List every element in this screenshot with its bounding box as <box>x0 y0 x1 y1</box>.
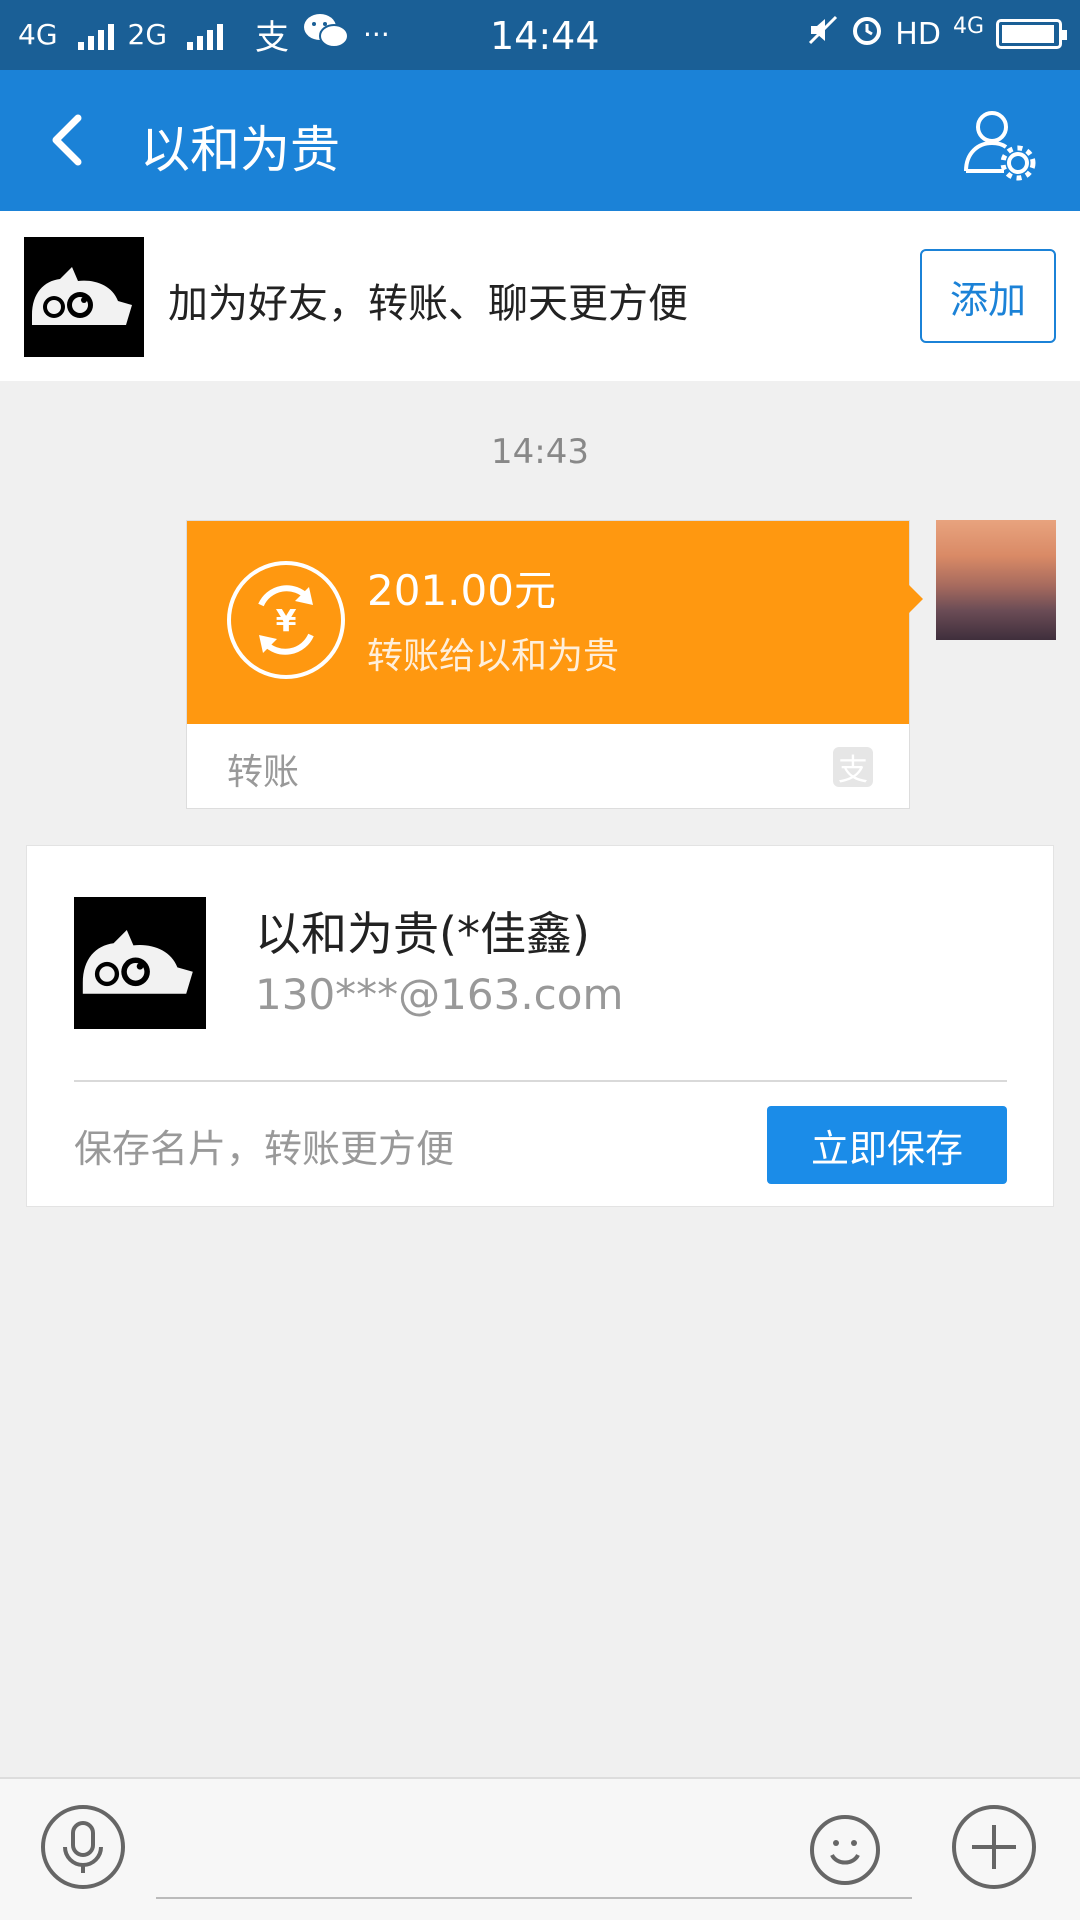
status-right: HD 4G <box>807 14 1067 54</box>
network-2g-label: 2G <box>127 18 168 51</box>
lte-label: 4G <box>952 14 984 39</box>
message-input[interactable] <box>156 1897 912 1899</box>
mute-icon <box>807 14 839 54</box>
signal-icon <box>187 20 224 50</box>
transfer-message[interactable]: ¥ 201.00元 转账给以和为贵 转账 支 <box>186 520 923 809</box>
input-bar <box>0 1777 1080 1920</box>
save-hint: 保存名片，转账更方便 <box>74 1127 455 1171</box>
contact-email: 130***@163.com <box>255 970 624 1019</box>
svg-text:¥: ¥ <box>276 604 297 639</box>
nav-bar: 以和为贵 <box>0 70 1080 211</box>
alarm-icon <box>851 14 883 54</box>
bubble-tail <box>907 583 923 615</box>
profile-settings-icon[interactable] <box>960 105 1040 185</box>
status-bar: 4G 2G 支 ··· 14:44 HD 4G <box>0 0 1080 70</box>
transfer-amount: 201.00元 <box>367 566 556 615</box>
save-contact-button[interactable]: 立即保存 <box>767 1106 1007 1184</box>
message-timestamp: 14:43 <box>491 432 589 472</box>
alipay-logo-icon: 支 <box>833 747 873 788</box>
hd-label: HD <box>895 16 941 52</box>
back-arrow-icon[interactable] <box>40 110 100 170</box>
network-4g-label: 4G <box>18 18 58 51</box>
transfer-label: 转账 <box>227 752 300 793</box>
status-left: 4G 2G 支 ··· <box>18 10 390 59</box>
transfer-description: 转账给以和为贵 <box>367 636 620 677</box>
wechat-icon <box>303 12 350 57</box>
page-title: 以和为贵 <box>140 121 340 179</box>
emoji-icon[interactable] <box>810 1815 880 1885</box>
contact-card[interactable]: 以和为贵(*佳鑫) 130***@163.com 保存名片，转账更方便 立即保存 <box>26 845 1054 1207</box>
add-friend-button[interactable]: 添加 <box>920 249 1056 343</box>
add-friend-bar: 加为好友，转账、聊天更方便 添加 <box>0 211 1080 381</box>
contact-name: 以和为贵(*佳鑫) <box>255 907 590 961</box>
divider <box>74 1080 1007 1082</box>
add-friend-text: 加为好友，转账、聊天更方便 <box>168 281 688 327</box>
contact-avatar <box>74 897 206 1029</box>
my-avatar[interactable] <box>936 520 1056 640</box>
microphone-icon[interactable] <box>41 1805 125 1889</box>
battery-icon <box>996 19 1067 49</box>
plus-icon[interactable] <box>952 1805 1036 1889</box>
transfer-header: ¥ 201.00元 转账给以和为贵 <box>187 521 923 724</box>
signal-icon <box>77 20 114 50</box>
alipay-icon: 支 <box>255 18 290 58</box>
transfer-yen-icon: ¥ <box>227 561 345 679</box>
avatar[interactable] <box>24 237 144 357</box>
clock: 14:44 <box>490 14 600 58</box>
more-dots: ··· <box>363 18 390 51</box>
